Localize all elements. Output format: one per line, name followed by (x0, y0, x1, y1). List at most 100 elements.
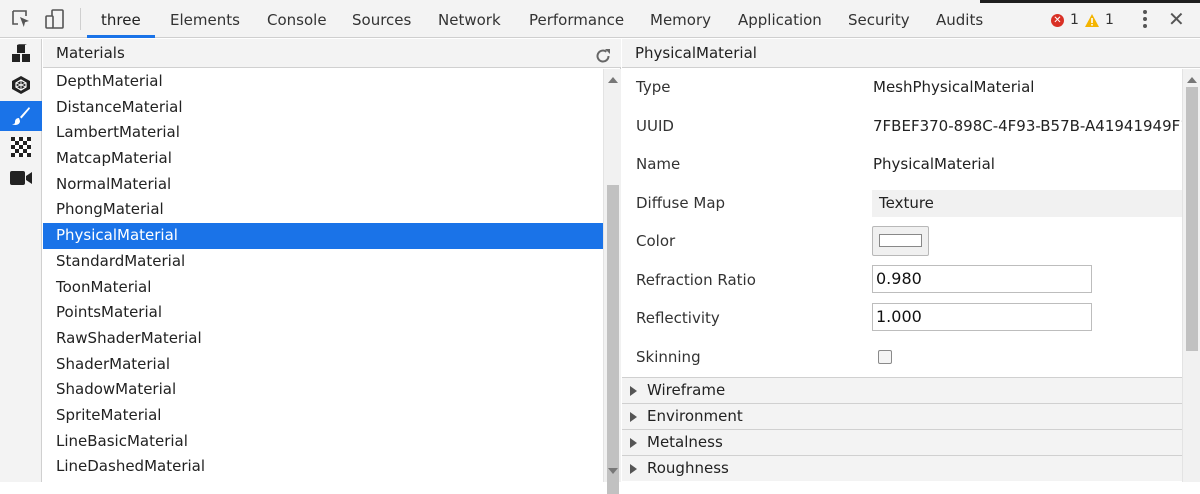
error-counter[interactable]: ✕ 1 (1051, 11, 1079, 29)
device-toolbar-icon[interactable] (44, 8, 66, 30)
group-label-wireframe: Wireframe (647, 381, 726, 399)
materials-pane: Materials DepthMaterial DistanceMaterial L… (43, 39, 621, 494)
tab-three[interactable]: three (101, 0, 141, 38)
materials-title: Materials (56, 44, 125, 62)
materials-list: DepthMaterial DistanceMaterial LambertMate… (43, 69, 603, 482)
active-tab-indicator (87, 35, 155, 38)
details-scrollbar[interactable] (1182, 69, 1200, 482)
group-metalness[interactable]: Metalness (622, 429, 1182, 455)
list-item[interactable]: PointsMaterial (43, 300, 603, 326)
group-label-metalness: Metalness (647, 433, 723, 451)
reflectivity-input[interactable]: 1.000 (872, 303, 1092, 331)
warning-count: 1 (1105, 12, 1114, 28)
type-value: MeshPhysicalMaterial (873, 78, 1035, 96)
expand-arrow-icon (630, 412, 637, 422)
uuid-value: 7FBEF370-898C-4F93-B57B-A41941949F11 (873, 116, 1182, 135)
list-item[interactable]: ShadowMaterial (43, 377, 603, 403)
expand-arrow-icon (630, 438, 637, 448)
group-roughness[interactable]: Roughness (622, 455, 1182, 481)
scroll-up-icon[interactable] (608, 77, 618, 83)
list-item[interactable]: MatcapMaterial (43, 146, 603, 172)
list-item[interactable]: NormalMaterial (43, 172, 603, 198)
details-header: PhysicalMaterial (622, 39, 1200, 68)
toolbar-divider (80, 8, 81, 30)
prop-row-skinning: Skinning (622, 339, 1182, 377)
checker-texture-icon (11, 137, 31, 157)
refresh-icon[interactable] (595, 45, 611, 63)
error-count: 1 (1070, 12, 1079, 28)
camera-icon (10, 171, 32, 185)
list-item[interactable]: DistanceMaterial (43, 95, 603, 121)
name-value: PhysicalMaterial (873, 155, 995, 173)
expand-arrow-icon (630, 464, 637, 474)
skinning-checkbox[interactable] (878, 349, 892, 364)
list-item[interactable]: LineDashedMaterial (43, 454, 603, 480)
rail-item-geometry[interactable] (0, 70, 42, 100)
prop-row-name: Name PhysicalMaterial (622, 146, 1182, 184)
details-body: Type MeshPhysicalMaterial UUID 7FBEF370-… (622, 69, 1182, 482)
tab-network[interactable]: Network (438, 0, 501, 38)
list-item[interactable]: RawShaderMaterial (43, 326, 603, 352)
group-label-roughness: Roughness (647, 459, 729, 477)
reflectivity-label: Reflectivity (636, 309, 720, 327)
uuid-label: UUID (636, 116, 674, 135)
type-label: Type (636, 78, 671, 96)
list-item[interactable]: SpriteMaterial (43, 403, 603, 429)
scroll-down-icon[interactable] (608, 468, 618, 474)
tab-console[interactable]: Console (267, 0, 327, 38)
details-title: PhysicalMaterial (635, 44, 757, 62)
group-wireframe[interactable]: Wireframe (622, 377, 1182, 403)
rail-item-camera[interactable] (0, 163, 42, 193)
scene-objects-icon (12, 44, 30, 62)
prop-row-type: Type MeshPhysicalMaterial (622, 69, 1182, 107)
scroll-thumb[interactable] (607, 185, 619, 494)
skinning-label: Skinning (636, 347, 701, 366)
color-label: Color (636, 232, 676, 250)
tab-audits[interactable]: Audits (936, 0, 983, 38)
diffuse-map-label: Diffuse Map (636, 193, 726, 212)
prop-row-reflectivity: Reflectivity 1.000 (622, 300, 1182, 338)
materials-scrollbar[interactable] (603, 69, 621, 494)
prop-row-diffuse-map: Diffuse Map Texture (622, 185, 1182, 223)
error-icon: ✕ (1051, 13, 1064, 27)
color-swatch (879, 234, 922, 247)
list-item[interactable]: DepthMaterial (43, 69, 603, 95)
geometry-icon (12, 76, 30, 94)
warning-counter[interactable]: 1 (1085, 11, 1114, 29)
expand-arrow-icon (630, 386, 637, 396)
tab-memory[interactable]: Memory (650, 0, 711, 38)
prop-row-refraction-ratio: Refraction Ratio 0.980 (622, 262, 1182, 300)
tab-sources[interactable]: Sources (352, 0, 411, 38)
list-item[interactable]: ShaderMaterial (43, 352, 603, 378)
list-item[interactable]: StandardMaterial (43, 249, 603, 275)
inspect-element-icon[interactable] (10, 8, 32, 30)
tab-security[interactable]: Security (848, 0, 910, 38)
list-item[interactable]: LambertMaterial (43, 120, 603, 146)
tab-elements[interactable]: Elements (170, 0, 240, 38)
more-options-icon[interactable] (1142, 10, 1148, 30)
tab-application[interactable]: Application (738, 0, 822, 38)
window-edge (980, 0, 1200, 3)
rail-item-scene[interactable] (0, 39, 42, 69)
list-item[interactable]: LineBasicMaterial (43, 429, 603, 455)
tab-performance[interactable]: Performance (529, 0, 624, 38)
scroll-thumb[interactable] (1186, 87, 1198, 351)
list-item[interactable]: PhongMaterial (43, 197, 603, 223)
list-item[interactable]: ToonMaterial (43, 275, 603, 301)
rail-item-textures[interactable] (0, 132, 42, 162)
brush-icon (12, 107, 30, 125)
warning-icon (1085, 13, 1099, 27)
rail-item-materials[interactable] (0, 101, 42, 131)
diffuse-map-texture-button[interactable]: Texture (872, 189, 1182, 217)
devtools-toolbar: three Elements Console Sources Network P… (0, 0, 1200, 38)
color-picker-button[interactable] (872, 226, 929, 256)
group-label-environment: Environment (647, 407, 743, 425)
panel-rail (0, 39, 42, 482)
scroll-up-icon[interactable] (1187, 77, 1197, 83)
refraction-ratio-input[interactable]: 0.980 (872, 264, 1092, 293)
list-item[interactable]: PhysicalMaterial (43, 223, 603, 249)
prop-row-color: Color (622, 223, 1182, 261)
group-environment[interactable]: Environment (622, 403, 1182, 429)
materials-header: Materials (43, 39, 621, 68)
close-icon[interactable]: ✕ (1168, 8, 1185, 30)
